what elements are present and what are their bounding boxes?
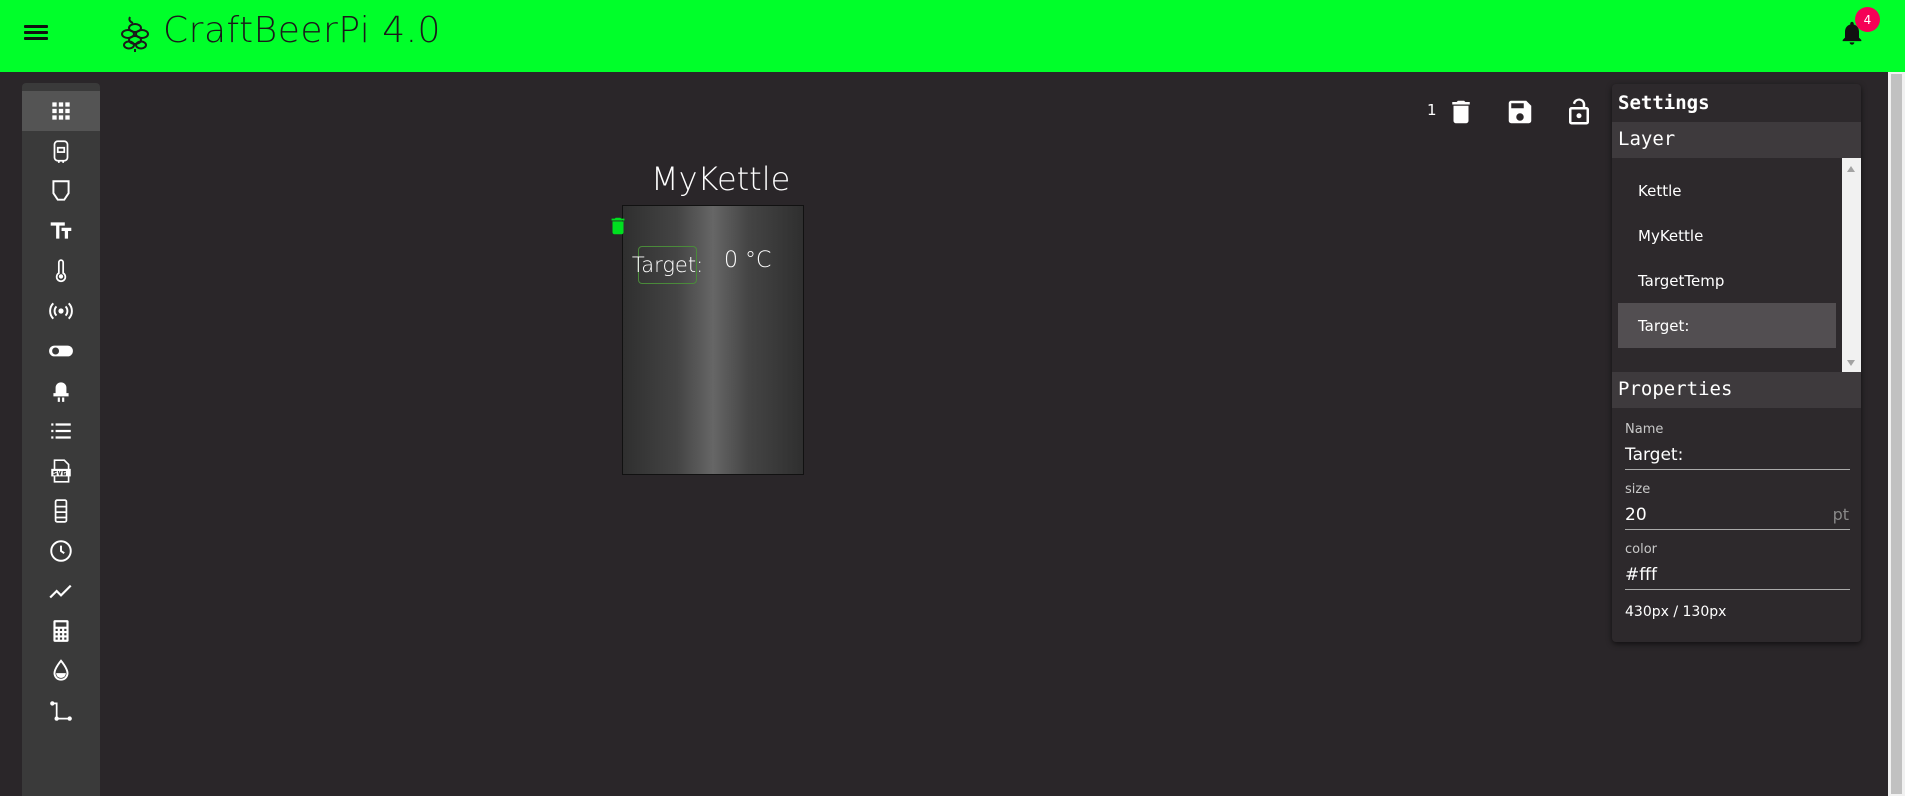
sidebar-item-switch[interactable] [22,331,100,371]
sidebar-item-fermenter[interactable] [22,131,100,171]
kettle-icon [52,180,70,201]
sidebar-item-widgets[interactable] [22,91,100,131]
layer-scroll-thumb[interactable] [1842,178,1861,354]
color-field[interactable]: #fff [1625,560,1850,590]
sidebar-item-sensor[interactable] [22,291,100,331]
sidebar-item-led[interactable] [22,371,100,411]
app-bar: CraftBeerPi 4.0 4 [0,0,1905,72]
layer-scrollbar[interactable] [1842,158,1861,374]
sidebar-item-water[interactable] [22,651,100,691]
size-label: size [1625,482,1651,497]
layer-heading: Layer [1612,122,1861,158]
sensor-signal-icon [49,302,73,320]
layer-list: Kettle MyKettle TargetTemp Target: [1612,158,1842,374]
color-value: #fff [1625,564,1657,585]
sidebar-item-chart[interactable] [22,571,100,611]
toggle-switch-icon [49,345,73,357]
tank-icon [54,499,68,523]
hop-logo-icon [121,16,149,52]
sidebar-item-path[interactable] [22,691,100,731]
text-icon [50,222,72,239]
sidebar-item-calculator[interactable] [22,611,100,651]
led-icon [53,382,69,402]
size-value: 20 [1625,504,1647,525]
sidebar-item-text[interactable] [22,211,100,251]
thermometer-icon [55,259,67,283]
sidebar-item-tank[interactable] [22,491,100,531]
widget-sidebar [22,83,100,796]
color-label: color [1625,542,1658,557]
dashboard-canvas[interactable] [100,83,1612,796]
clock-icon [50,540,72,562]
sidebar-item-temperature[interactable] [22,251,100,291]
list-icon [51,423,71,439]
name-value: Target: [1625,444,1684,465]
sidebar-item-svg[interactable] [22,451,100,491]
menu-icon[interactable] [24,22,48,46]
scroll-up-icon[interactable] [1847,166,1855,172]
fermenter-icon [53,140,69,163]
delete-icon[interactable] [1446,96,1476,128]
name-field[interactable]: Target: [1625,440,1850,470]
unlock-icon[interactable] [1564,96,1594,128]
layer-item[interactable]: Kettle [1618,168,1836,213]
svg-file-icon [51,459,71,483]
page-scrollbar[interactable] [1888,72,1905,796]
target-temp-widget[interactable]: 0 °C [724,248,771,273]
path-connector-icon [50,701,72,721]
target-text-widget[interactable]: Target: [632,246,703,284]
chart-line-icon [49,584,72,599]
widgets-grid-icon [52,102,70,120]
water-drop-icon [53,659,69,681]
app-title: CraftBeerPi 4.0 [163,10,441,51]
notification-badge: 4 [1855,7,1880,32]
selected-count: 1 [1427,101,1437,119]
size-field[interactable]: 20 pt [1625,500,1850,530]
sidebar-item-clock[interactable] [22,531,100,571]
properties-heading: Properties [1612,372,1861,408]
settings-title: Settings [1618,92,1710,114]
page-scroll-thumb[interactable] [1891,74,1902,794]
calculator-icon [53,620,69,642]
sidebar-item-list[interactable] [22,411,100,451]
kettle-title[interactable]: MyKettle [651,160,790,198]
scroll-down-icon[interactable] [1847,360,1855,366]
save-icon[interactable] [1505,96,1535,128]
layer-item[interactable]: TargetTemp [1618,258,1836,303]
layer-item[interactable]: MyKettle [1618,213,1836,258]
delete-widget-icon[interactable] [607,213,629,239]
name-label: Name [1625,422,1664,437]
sidebar-item-kettle[interactable] [22,171,100,211]
size-unit: pt [1832,505,1849,524]
layer-item-selected[interactable]: Target: [1618,303,1836,348]
dimensions-text: 430px / 130px [1625,604,1727,620]
settings-panel: Settings Layer Kettle MyKettle TargetTem… [1612,84,1861,642]
